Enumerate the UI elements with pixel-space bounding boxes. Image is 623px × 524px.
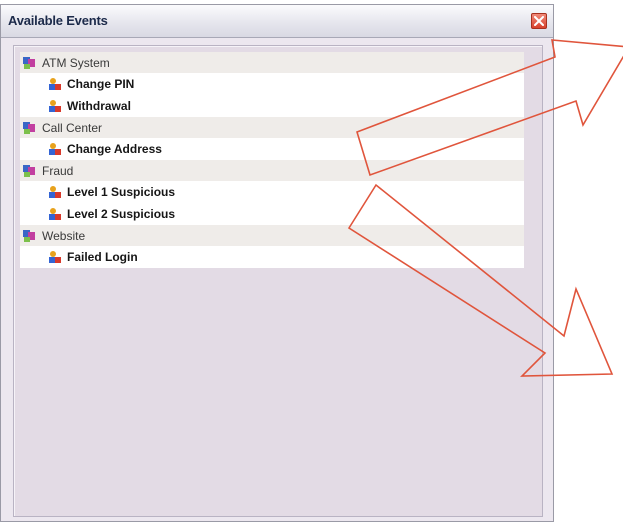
event-row-failed-login[interactable]: Failed Login bbox=[20, 246, 524, 268]
close-button[interactable] bbox=[531, 13, 547, 29]
event-icon bbox=[48, 77, 62, 91]
event-label: Level 1 Suspicious bbox=[67, 185, 176, 199]
available-events-window: Available Events ATM System Change PIN W… bbox=[0, 4, 554, 522]
group-label: ATM System bbox=[42, 55, 110, 70]
event-row-level-2-suspicious[interactable]: Level 2 Suspicious bbox=[20, 203, 524, 225]
group-label: Fraud bbox=[42, 163, 74, 178]
window-titlebar[interactable]: Available Events bbox=[1, 5, 553, 38]
event-icon bbox=[48, 207, 62, 221]
group-row-website[interactable]: Website bbox=[20, 225, 524, 246]
event-row-change-pin[interactable]: Change PIN bbox=[20, 73, 524, 95]
group-label: Call Center bbox=[42, 120, 103, 135]
event-icon bbox=[48, 99, 62, 113]
event-row-change-address[interactable]: Change Address bbox=[20, 138, 524, 160]
group-row-fraud[interactable]: Fraud bbox=[20, 160, 524, 181]
events-panel: ATM System Change PIN Withdrawal Call Ce… bbox=[13, 45, 543, 517]
category-icon bbox=[22, 229, 36, 243]
event-label: Withdrawal bbox=[67, 99, 131, 113]
group-row-call-center[interactable]: Call Center bbox=[20, 117, 524, 138]
event-label: Change PIN bbox=[67, 77, 135, 91]
event-icon bbox=[48, 185, 62, 199]
group-row-atm-system[interactable]: ATM System bbox=[20, 52, 524, 73]
event-label: Level 2 Suspicious bbox=[67, 207, 176, 221]
event-icon bbox=[48, 142, 62, 156]
category-icon bbox=[22, 56, 36, 70]
event-row-level-1-suspicious[interactable]: Level 1 Suspicious bbox=[20, 181, 524, 203]
event-row-withdrawal[interactable]: Withdrawal bbox=[20, 95, 524, 117]
category-icon bbox=[22, 121, 36, 135]
event-label: Failed Login bbox=[67, 250, 138, 264]
close-icon bbox=[534, 16, 544, 26]
window-title: Available Events bbox=[8, 13, 108, 28]
event-icon bbox=[48, 250, 62, 264]
group-label: Website bbox=[42, 228, 86, 243]
events-tree: ATM System Change PIN Withdrawal Call Ce… bbox=[20, 52, 524, 268]
event-label: Change Address bbox=[67, 142, 162, 156]
category-icon bbox=[22, 164, 36, 178]
